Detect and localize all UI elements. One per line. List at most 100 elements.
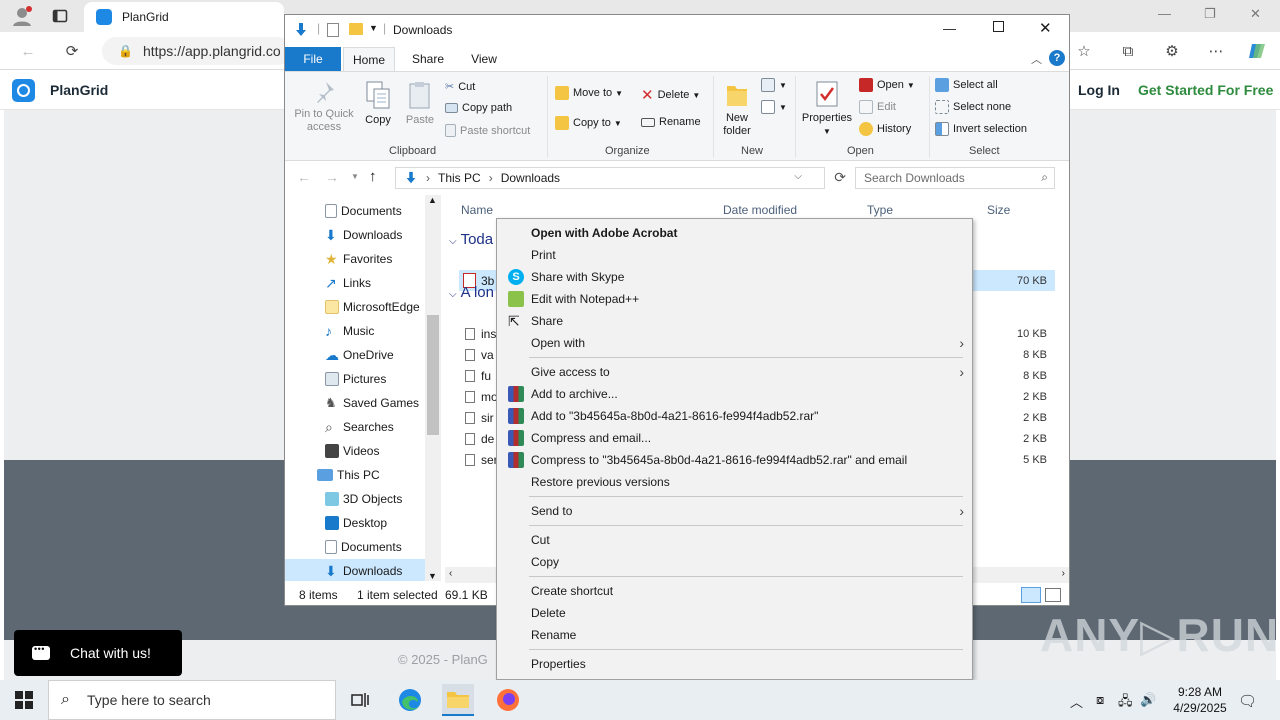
- menu-open-with-acrobat[interactable]: Open with Adobe Acrobat: [499, 222, 970, 244]
- paste-button[interactable]: Paste: [403, 80, 437, 127]
- menu-restore-previous-versions[interactable]: Restore previous versions: [499, 471, 970, 493]
- edit-button[interactable]: Edit: [859, 100, 896, 114]
- menu-create-shortcut[interactable]: Create shortcut: [499, 580, 970, 602]
- select-all-button[interactable]: Select all: [935, 78, 998, 92]
- group-today[interactable]: ⌵ Toda: [449, 231, 493, 248]
- easy-access-button[interactable]: ▼: [761, 100, 787, 114]
- network-icon[interactable]: 🖧: [1118, 692, 1133, 714]
- back-icon[interactable]: ←: [16, 39, 40, 63]
- menu-compress-and-email[interactable]: Compress and email...: [499, 427, 970, 449]
- help-icon[interactable]: ?: [1049, 50, 1065, 66]
- refresh-icon[interactable]: ⟳: [60, 39, 84, 63]
- get-started-link[interactable]: Get Started For Free: [1138, 82, 1273, 98]
- tray-overflow-icon[interactable]: ︿: [1070, 692, 1083, 711]
- address-refresh-icon[interactable]: ⟳: [834, 169, 846, 186]
- nav-item-documents[interactable]: Documents: [285, 199, 425, 223]
- new-folder-quick-icon[interactable]: [349, 23, 363, 35]
- notifications-icon[interactable]: 🗨: [1238, 692, 1257, 710]
- tab-share[interactable]: Share: [403, 47, 453, 71]
- explorer-search-input[interactable]: Search Downloads ⌕: [855, 167, 1055, 189]
- recent-dropdown-icon[interactable]: ▼: [351, 172, 359, 181]
- tab-file[interactable]: File: [285, 47, 341, 71]
- breadcrumb-this-pc[interactable]: This PC: [438, 171, 481, 185]
- nav-item-this-pc[interactable]: This PC: [285, 463, 425, 487]
- rename-button[interactable]: Rename: [641, 116, 701, 128]
- extensions-icon[interactable]: ⚙: [1160, 39, 1184, 63]
- explorer-address-bar[interactable]: › This PC › Downloads ⌵ ⟳: [395, 167, 846, 189]
- breadcrumb-downloads[interactable]: Downloads: [501, 171, 560, 185]
- nav-forward-icon[interactable]: →: [325, 169, 339, 185]
- scroll-left-icon[interactable]: ‹: [449, 568, 452, 579]
- address-bar[interactable]: 🔒 https://app.plangrid.co: [102, 37, 292, 65]
- favorites-star-icon[interactable]: ☆: [1072, 39, 1096, 63]
- menu-give-access-to[interactable]: Give access to ›: [499, 361, 970, 383]
- explorer-close-icon[interactable]: ✕: [1039, 19, 1052, 37]
- minimize-icon[interactable]: —: [1158, 6, 1171, 21]
- menu-properties[interactable]: Properties: [499, 653, 970, 675]
- nav-scroll-thumb[interactable]: [427, 315, 439, 435]
- nav-item-links[interactable]: ↗ Links: [285, 271, 425, 295]
- details-view-icon[interactable]: [1021, 587, 1041, 603]
- collapse-ribbon-icon[interactable]: ︿: [1031, 51, 1042, 67]
- menu-compress-to-rar-and-email[interactable]: Compress to "3b45645a-8b0d-4a21-8616-fe9…: [499, 449, 970, 471]
- restore-icon[interactable]: ❐: [1204, 6, 1216, 22]
- nav-item-desktop[interactable]: Desktop: [285, 511, 425, 535]
- tray-device-icon[interactable]: ⧇: [1096, 692, 1104, 708]
- login-link[interactable]: Log In: [1078, 82, 1120, 98]
- nav-item-microsoftedge[interactable]: MicrosoftEdge: [285, 295, 425, 319]
- firefox-taskbar-button[interactable]: [492, 684, 524, 716]
- browser-tab-plangrid[interactable]: PlanGrid: [84, 2, 284, 32]
- scroll-up-icon[interactable]: ▲: [428, 195, 437, 205]
- group-long-ago[interactable]: ⌵ A lon: [449, 284, 494, 301]
- move-to-button[interactable]: Move to ▼: [555, 86, 623, 100]
- task-view-button[interactable]: [344, 684, 376, 716]
- nav-item-music[interactable]: ♪ Music: [285, 319, 425, 343]
- copilot-icon[interactable]: [1246, 39, 1270, 63]
- scroll-right-icon[interactable]: ›: [1062, 568, 1065, 579]
- nav-item-onedrive[interactable]: ☁ OneDrive: [285, 343, 425, 367]
- menu-print[interactable]: Print: [499, 244, 970, 266]
- nav-item-pictures[interactable]: Pictures: [285, 367, 425, 391]
- edge-taskbar-button[interactable]: [394, 684, 426, 716]
- scroll-down-icon[interactable]: ▼: [428, 571, 437, 581]
- volume-icon[interactable]: 🔊: [1140, 692, 1156, 708]
- nav-up-icon[interactable]: ↑: [369, 168, 377, 185]
- copy-big-button[interactable]: Copy: [361, 80, 395, 127]
- taskbar-search-input[interactable]: ⌕ Type here to search: [48, 680, 336, 720]
- explorer-taskbar-button[interactable]: [442, 684, 474, 716]
- profile-icon[interactable]: [10, 4, 34, 28]
- nav-item-3d-objects[interactable]: 3D Objects: [285, 487, 425, 511]
- open-button[interactable]: Open ▼: [859, 78, 915, 92]
- menu-open-with[interactable]: Open with ›: [499, 332, 970, 354]
- nav-item-searches[interactable]: ⌕ Searches: [285, 415, 425, 439]
- explorer-minimize-icon[interactable]: —: [943, 21, 956, 36]
- start-button[interactable]: [8, 684, 40, 716]
- properties-button[interactable]: Properties ▼: [799, 80, 855, 138]
- address-dropdown-icon[interactable]: ⌵: [794, 171, 802, 182]
- properties-quick-icon[interactable]: [327, 23, 339, 37]
- menu-edit-with-notepadpp[interactable]: Edit with Notepad++: [499, 288, 970, 310]
- tab-home[interactable]: Home: [343, 47, 395, 71]
- menu-rename[interactable]: Rename: [499, 624, 970, 646]
- explorer-maximize-icon[interactable]: [993, 21, 1004, 32]
- menu-share[interactable]: ⇱ Share: [499, 310, 970, 332]
- new-item-button[interactable]: ▼: [761, 78, 787, 92]
- nav-item-favorites[interactable]: ★ Favorites: [285, 247, 425, 271]
- taskbar-clock[interactable]: 9:28 AM 4/29/2025: [1160, 684, 1240, 716]
- nav-back-icon[interactable]: ←: [297, 169, 311, 185]
- tab-view[interactable]: View: [459, 47, 509, 71]
- column-date-modified[interactable]: Date modified: [723, 203, 797, 217]
- nav-item-downloads-pc[interactable]: ⬇ Downloads: [285, 559, 425, 581]
- menu-add-to-rar[interactable]: Add to "3b45645a-8b0d-4a21-8616-fe994f4a…: [499, 405, 970, 427]
- menu-send-to[interactable]: Send to ›: [499, 500, 970, 522]
- menu-delete[interactable]: Delete: [499, 602, 970, 624]
- quick-access-dropdown-icon[interactable]: ▼: [369, 23, 378, 33]
- tab-actions-icon[interactable]: [48, 4, 72, 28]
- menu-cut[interactable]: Cut: [499, 529, 970, 551]
- column-name[interactable]: Name: [461, 203, 493, 217]
- cut-button[interactable]: ✂ Cut: [445, 80, 475, 94]
- invert-selection-button[interactable]: Invert selection: [935, 122, 1027, 136]
- column-size[interactable]: Size: [987, 203, 1010, 217]
- menu-share-with-skype[interactable]: S Share with Skype: [499, 266, 970, 288]
- close-icon[interactable]: ✕: [1250, 6, 1261, 22]
